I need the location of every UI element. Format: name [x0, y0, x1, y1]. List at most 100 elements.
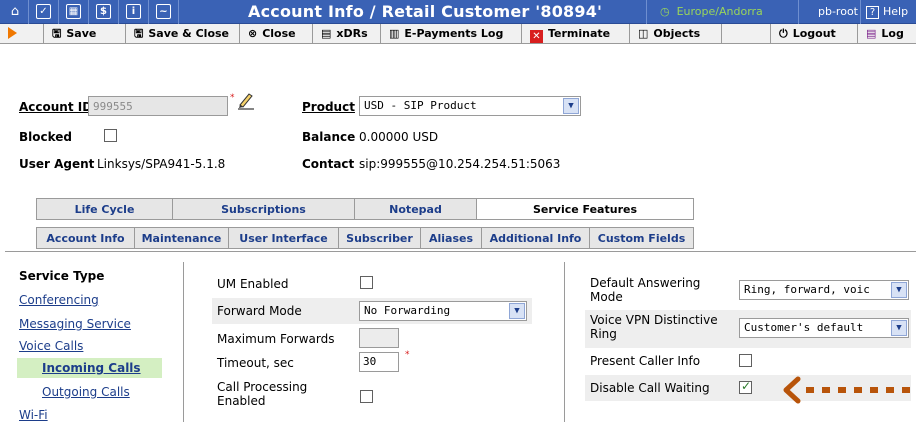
balance-value: 0.00000 USD [359, 130, 439, 144]
help-label: Help [883, 5, 909, 18]
column-divider [564, 262, 565, 422]
tab-additional-info[interactable]: Additional Info [481, 227, 590, 249]
toolbar: 🖫 Save 🖫 Save & Close ⊗ Close ▤ xDRs ▥ E-Paym… [0, 24, 916, 44]
log-icon: ▤ [866, 27, 877, 40]
objects-icon: ◫ [638, 27, 649, 40]
maximum-forwards-label: Maximum Forwards [217, 332, 335, 346]
column-divider [183, 262, 184, 422]
divider [118, 0, 119, 24]
timeout-input[interactable]: 30 [359, 352, 399, 372]
call-processing-checkbox[interactable] [360, 390, 373, 403]
play-icon [8, 27, 17, 39]
save-button[interactable]: 🖫 Save [44, 24, 126, 44]
annotation-arrow-icon [783, 376, 910, 404]
close-icon: ⊗ [248, 27, 258, 40]
present-caller-info-checkbox[interactable] [739, 354, 752, 367]
nav-voice-calls[interactable]: Voice Calls [19, 339, 83, 353]
blocked-checkbox[interactable] [104, 129, 117, 142]
balance-label: Balance [302, 130, 356, 144]
nav-wifi[interactable]: Wi-Fi [19, 408, 48, 422]
xdrs-label: xDRs [336, 27, 368, 40]
account-id-label: Account ID [19, 100, 93, 114]
home-icon[interactable]: ⌂ [6, 3, 24, 21]
timezone-label: Europe/Andorra [676, 5, 763, 18]
terminate-button[interactable]: ✕ Terminate [522, 24, 630, 44]
tab-subscriptions[interactable]: Subscriptions [172, 198, 355, 220]
logout-icon: ⏻ [779, 27, 788, 40]
default-answering-mode-value: Ring, forward, voic [744, 283, 870, 296]
forward-mode-label: Forward Mode [217, 304, 302, 318]
divider [58, 0, 59, 24]
log-button[interactable]: ▤ Log [858, 24, 916, 44]
product-select[interactable]: USD - SIP Product ▼ [359, 96, 581, 116]
epayments-label: E-Payments Log [404, 27, 504, 40]
info-icon[interactable]: i [126, 4, 141, 19]
nav-conferencing[interactable]: Conferencing [19, 293, 99, 307]
logout-button[interactable]: ⏻ Logout [771, 24, 858, 44]
tab-custom-fields[interactable]: Custom Fields [589, 227, 694, 249]
forward-mode-value: No Forwarding [364, 304, 451, 317]
um-enabled-checkbox[interactable] [360, 276, 373, 289]
divider [646, 0, 647, 24]
tab-maintenance[interactable]: Maintenance [134, 227, 229, 249]
clock-icon: ◷ [660, 5, 670, 18]
objects-label: Objects [653, 27, 701, 40]
blocked-label: Blocked [19, 130, 73, 144]
divider [798, 0, 799, 24]
contact-value: sip:999555@10.254.254.51:5063 [359, 157, 561, 171]
chevron-down-icon: ▼ [509, 303, 525, 319]
present-caller-info-label: Present Caller Info [590, 354, 701, 368]
tab-account-info[interactable]: Account Info [36, 227, 135, 249]
grid-icon[interactable]: ▦ [66, 4, 81, 19]
disable-call-waiting-checkbox[interactable] [739, 379, 752, 394]
user-agent-label: User Agent [19, 157, 95, 171]
tab-user-interface[interactable]: User Interface [228, 227, 339, 249]
divider [148, 0, 149, 24]
divider [860, 0, 861, 24]
required-marker: * [405, 350, 410, 360]
save-close-label: Save & Close [148, 27, 230, 40]
list-icon: ▤ [321, 27, 332, 40]
close-button[interactable]: ⊗ Close [240, 24, 313, 44]
forward-mode-select[interactable]: No Forwarding ▼ [359, 301, 527, 321]
tab-life-cycle[interactable]: Life Cycle [36, 198, 173, 220]
username: pb-root [818, 5, 858, 18]
floppy-icon: 🖫 [134, 27, 144, 40]
nav-outgoing-calls[interactable]: Outgoing Calls [42, 385, 130, 399]
checkbox-icon[interactable]: ✓ [36, 4, 51, 19]
chart-icon[interactable]: ~ [156, 4, 171, 19]
nav-messaging-service[interactable]: Messaging Service [19, 317, 131, 331]
epayments-log-button[interactable]: ▥ E-Payments Log [381, 24, 522, 44]
objects-button[interactable]: ◫ Objects [630, 24, 722, 44]
required-marker: * [230, 93, 235, 103]
terminate-icon: ✕ [530, 30, 543, 43]
tab-aliases[interactable]: Aliases [420, 227, 482, 249]
voice-vpn-distinctive-ring-label: Voice VPN Distinctive Ring [590, 313, 718, 341]
default-answering-mode-select[interactable]: Ring, forward, voic ▼ [739, 280, 909, 300]
tab-notepad[interactable]: Notepad [354, 198, 477, 220]
save-close-button[interactable]: 🖫 Save & Close [126, 24, 240, 44]
chevron-down-icon: ▼ [891, 320, 907, 336]
save-label: Save [66, 27, 97, 40]
call-processing-label: Call Processing Enabled [217, 380, 308, 408]
divider [178, 0, 179, 24]
xdrs-button[interactable]: ▤ xDRs [313, 24, 381, 44]
log-label: Log [881, 27, 904, 40]
logout-label: Logout [792, 27, 836, 40]
tab-subscriber[interactable]: Subscriber [338, 227, 421, 249]
divider [88, 0, 89, 24]
terminate-label: Terminate [548, 27, 611, 40]
timezone-link[interactable]: ◷ Europe/Andorra [660, 5, 763, 18]
content-divider [5, 251, 916, 252]
help-icon: ? [866, 6, 879, 19]
help-link[interactable]: ? Help [866, 5, 908, 19]
menu-toggle-button[interactable] [0, 24, 44, 44]
dollar-icon[interactable]: $ [96, 4, 111, 19]
tab-service-features[interactable]: Service Features [476, 198, 694, 220]
maximum-forwards-input[interactable] [359, 328, 399, 348]
nav-incoming-calls[interactable]: Incoming Calls [42, 361, 141, 375]
contact-label: Contact [302, 157, 355, 171]
account-id-input[interactable]: 999555 [88, 96, 228, 116]
edit-pencil-icon[interactable] [236, 90, 256, 110]
voice-vpn-distinctive-ring-select[interactable]: Customer's default ▼ [739, 318, 909, 338]
